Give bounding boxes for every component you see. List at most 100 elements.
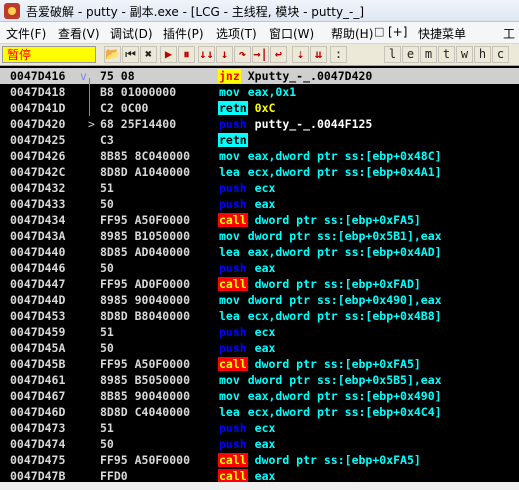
mnemonic: push [219, 117, 247, 131]
mnemonic: push [219, 341, 247, 355]
trace-into-icon[interactable]: ↓↓ [198, 46, 215, 63]
hex-bytes: 8B85 90040000 [100, 389, 191, 403]
separator-icon[interactable]: : [330, 46, 347, 63]
disasm-row[interactable]: 0047D433 50 push eax [0, 196, 519, 212]
operands: ecx [254, 421, 276, 435]
threads-button[interactable]: t [438, 46, 455, 63]
disassembly-pane[interactable]: 0047D416 v 75 08 jnz Xputty_-_.0047D420 0047… [0, 66, 519, 490]
trace-over-icon[interactable]: ⇣ [292, 46, 309, 63]
hex-bytes: 50 [100, 197, 114, 211]
menu-options[interactable]: 选项(T) [216, 25, 257, 42]
disasm-row[interactable]: 0047D416 v 75 08 jnz Xputty_-_.0047D420 [0, 68, 519, 84]
memory-map-button[interactable]: m [420, 46, 437, 63]
disasm-row[interactable]: 0047D45B FF95 A50F0000 call dword ptr ss:[… [0, 356, 519, 372]
disasm-row[interactable]: 0047D46D 8D8D C4040000 lea ecx,dword ptr s… [0, 404, 519, 420]
disasm-row[interactable]: 0047D44D 8985 90040000 mov dword ptr ss:[e… [0, 292, 519, 308]
handles-button[interactable]: h [474, 46, 491, 63]
instruction: mov dword ptr ss:[ebp+0x490],eax [218, 292, 442, 308]
title-bar: 吾爱破解 - putty - 副本.exe - [LCG - 主线程, 模块 -… [0, 0, 519, 22]
hex-bytes: C3 [100, 133, 114, 147]
restore-icon[interactable]: □ [374, 25, 384, 38]
execute-till-return-icon[interactable]: →| [252, 46, 269, 63]
log-window-button[interactable]: l [384, 46, 401, 63]
app-logo-icon [4, 3, 20, 19]
go-to-icon[interactable]: ↩ [270, 46, 287, 63]
address: 0047D446 [10, 261, 66, 275]
hex-bytes: 8B85 8C040000 [100, 149, 191, 163]
address: 0047D43A [10, 229, 66, 243]
mnemonic: call [218, 277, 248, 291]
disasm-row[interactable]: 0047D426 8B85 8C040000 mov eax,dword ptr s… [0, 148, 519, 164]
step-into-icon[interactable]: ↓ [216, 46, 233, 63]
address: 0047D433 [10, 197, 66, 211]
pause-icon[interactable]: ⏸ [178, 46, 195, 63]
step-over-icon[interactable]: ↷ [234, 46, 251, 63]
disasm-row[interactable]: 0047D42C 8D8D A1040000 lea ecx,dword ptr s… [0, 164, 519, 180]
disasm-row[interactable]: 0047D43A 8985 B1050000 mov dword ptr ss:[e… [0, 228, 519, 244]
menu-view[interactable]: 查看(V) [58, 25, 100, 42]
disasm-row[interactable]: 0047D474 50 push eax [0, 436, 519, 452]
menu-window[interactable]: 窗口(W) [269, 25, 314, 42]
jump-arrow-icon: v [80, 69, 87, 83]
run-icon[interactable]: ▶ [160, 46, 177, 63]
address: 0047D426 [10, 149, 66, 163]
disasm-row[interactable]: 0047D418 B8 01000000 mov eax,0x1 [0, 84, 519, 100]
instruction: push eax [218, 260, 275, 276]
address: 0047D425 [10, 133, 66, 147]
disasm-row[interactable]: 0047D467 8B85 90040000 mov eax,dword ptr s… [0, 388, 519, 404]
disasm-row[interactable]: 0047D453 8D8D B8040000 lea ecx,dword ptr s… [0, 308, 519, 324]
animate-icon[interactable]: ⇊ [310, 46, 327, 63]
disasm-row[interactable]: 0047D459 51 push ecx [0, 324, 519, 340]
menu-tools[interactable]: 工 [503, 25, 515, 42]
mnemonic: mov [219, 373, 240, 387]
disasm-row[interactable]: 0047D475 FF95 A50F0000 call dword ptr ss:[… [0, 452, 519, 468]
status-strip [0, 482, 519, 490]
disasm-row[interactable]: 0047D440 8D85 AD040000 lea eax,dword ptr s… [0, 244, 519, 260]
disasm-row[interactable]: 0047D461 8985 B5050000 mov dword ptr ss:[e… [0, 372, 519, 388]
windows-button[interactable]: w [456, 46, 473, 63]
mnemonic: lea [219, 309, 240, 323]
disasm-row[interactable]: 0047D434 FF95 A50F0000 call dword ptr ss:[… [0, 212, 519, 228]
open-icon[interactable]: 📂 [104, 46, 121, 63]
instruction: push eax [218, 340, 275, 356]
instruction: mov dword ptr ss:[ebp+0x5B5],eax [218, 372, 442, 388]
instruction: call dword ptr ss:[ebp+0xFA5] [218, 356, 421, 372]
operands: eax,dword ptr ss:[ebp+0x48C] [247, 149, 442, 163]
menu-bar: 文件(F) 查看(V) 调试(D) 插件(P) 选项(T) 窗口(W) 帮助(H… [0, 22, 519, 44]
menu-plus[interactable]: [+] [388, 25, 407, 39]
disasm-row[interactable]: 0047D473 51 push ecx [0, 420, 519, 436]
mnemonic: mov [219, 389, 240, 403]
minimize-icon[interactable]: _ [362, 25, 368, 38]
address: 0047D42C [10, 165, 66, 179]
disasm-row[interactable]: 0047D446 50 push eax [0, 260, 519, 276]
menu-debug[interactable]: 调试(D) [110, 25, 153, 42]
menu-shortcut[interactable]: 快捷菜单 [418, 25, 466, 42]
instruction: lea ecx,dword ptr ss:[ebp+0x4B8] [218, 308, 442, 324]
disasm-row[interactable]: 0047D432 51 push ecx [0, 180, 519, 196]
executable-modules-button[interactable]: e [402, 46, 419, 63]
close-icon[interactable]: ✖ [140, 46, 157, 63]
disasm-row[interactable]: 0047D41D C2 0C00 retn 0xC [0, 100, 519, 116]
instruction: call dword ptr ss:[ebp+0xFA5] [218, 452, 421, 468]
instruction: lea eax,dword ptr ss:[ebp+0x4AD] [218, 244, 442, 260]
operands: dword ptr ss:[ebp+0x5B5],eax [247, 373, 442, 387]
operands: ecx,dword ptr ss:[ebp+0x4C4] [247, 405, 442, 419]
address: 0047D416 [10, 69, 66, 83]
disasm-row[interactable]: 0047D45A 50 push eax [0, 340, 519, 356]
hex-bytes: FF95 A50F0000 [100, 453, 191, 467]
menu-file[interactable]: 文件(F) [6, 25, 46, 42]
rewind-icon[interactable]: ⏮ [122, 46, 139, 63]
address: 0047D434 [10, 213, 66, 227]
menu-plugins[interactable]: 插件(P) [163, 25, 204, 42]
cpu-button[interactable]: c [492, 46, 509, 63]
disasm-row[interactable]: 0047D447 FF95 AD0F0000 call dword ptr ss:[… [0, 276, 519, 292]
hex-bytes: 68 25F14400 [100, 117, 177, 131]
operands: dword ptr ss:[ebp+0xFA5] [254, 213, 421, 227]
address: 0047D420 [10, 117, 66, 131]
operands: dword ptr ss:[ebp+0xFA5] [254, 357, 421, 371]
hex-bytes: 8D8D A1040000 [100, 165, 191, 179]
mnemonic: call [218, 357, 248, 371]
disasm-row[interactable]: 0047D420 >68 25F14400 push putty_-_.0044F1… [0, 116, 519, 132]
operands: ecx,dword ptr ss:[ebp+0x4A1] [247, 165, 442, 179]
disasm-row[interactable]: 0047D425 C3 retn [0, 132, 519, 148]
